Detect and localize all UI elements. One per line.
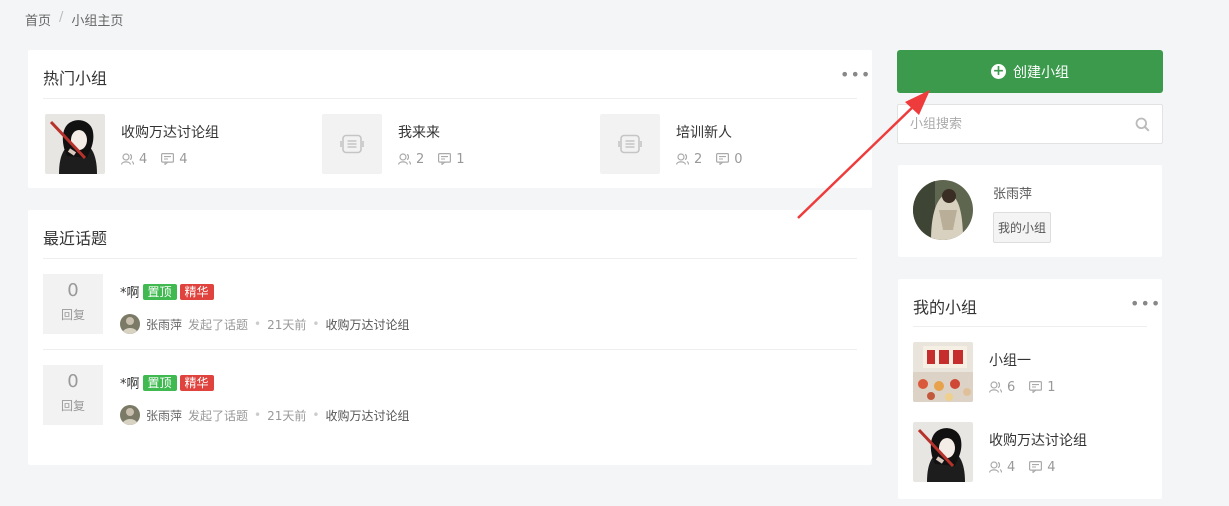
members-icon — [989, 381, 1002, 393]
hot-groups-title: 热门小组 — [43, 69, 108, 88]
topic-action: 发起了话题 — [188, 408, 249, 423]
topic-count: 0 — [716, 152, 743, 167]
topic-group-link[interactable]: 收购万达讨论组 — [325, 407, 409, 424]
topic-count: 1 — [438, 152, 465, 167]
breadcrumb: 首页 / 小组主页 — [25, 10, 123, 29]
my-groups-more-icon[interactable]: ••• — [1130, 296, 1161, 312]
my-group-item[interactable]: 收购万达讨论组 4 4 — [913, 422, 1087, 482]
recent-topics-card: 最近话题 0 回复 *啊 置顶 精华 张雨萍 发起了话题 • 21天前 • 收购… — [28, 210, 872, 465]
topic-item: 0 回复 *啊 置顶 精华 张雨萍 发起了话题 • 21天前 • 收购万达讨论组 — [43, 274, 855, 350]
member-count: 2 — [676, 152, 702, 167]
hot-groups-more-icon[interactable]: ••• — [840, 67, 871, 83]
group-thumbnail-anime — [45, 114, 105, 174]
hot-group-item[interactable]: 我来来 2 1 — [322, 114, 465, 174]
members-icon — [676, 153, 689, 165]
tag-featured: 精华 — [179, 283, 214, 300]
author-avatar[interactable] — [120, 405, 140, 425]
members-icon — [121, 153, 134, 165]
tag-pinned: 置顶 — [142, 283, 177, 300]
topic-item: 0 回复 *啊 置顶 精华 张雨萍 发起了话题 • 21天前 • 收购万达讨论组 — [43, 365, 855, 441]
breadcrumb-current: 小组主页 — [71, 14, 124, 29]
my-group-item[interactable]: 小组一 6 1 — [913, 342, 1056, 402]
topic-group-link[interactable]: 收购万达讨论组 — [325, 316, 409, 333]
group-name[interactable]: 收购万达讨论组 — [121, 122, 219, 142]
author-avatar[interactable] — [120, 314, 140, 334]
group-name[interactable]: 我来来 — [398, 122, 465, 142]
hot-groups-card: 热门小组 ••• 收购万达讨论组 4 4 我来来 2 1 培训新人 2 0 — [28, 50, 872, 188]
reply-count-box: 0 回复 — [43, 365, 103, 425]
members-icon — [989, 461, 1002, 473]
separator-dot: • — [312, 317, 320, 331]
topic-count: 1 — [1029, 380, 1056, 395]
group-placeholder-icon — [322, 114, 382, 174]
breadcrumb-separator: / — [59, 10, 64, 25]
hot-group-item[interactable]: 培训新人 2 0 — [600, 114, 743, 174]
my-groups-button[interactable]: 我的小组 — [993, 212, 1052, 243]
comment-icon — [161, 153, 175, 165]
separator-dot: • — [312, 408, 320, 422]
divider — [43, 349, 857, 350]
reply-count: 0 — [67, 371, 79, 392]
tag-pinned: 置顶 — [142, 374, 177, 391]
member-count: 6 — [989, 380, 1015, 395]
member-count: 4 — [121, 152, 147, 167]
group-thumbnail-restaurant — [913, 342, 973, 402]
recent-topics-title: 最近话题 — [43, 229, 108, 248]
topic-title[interactable]: *啊 — [120, 373, 140, 392]
group-name[interactable]: 小组一 — [989, 350, 1056, 370]
my-groups-title: 我的小组 — [913, 298, 978, 317]
topic-time: 21天前 — [267, 408, 307, 423]
separator-dot: • — [254, 317, 262, 331]
comment-icon — [438, 153, 452, 165]
topic-action: 发起了话题 — [188, 317, 249, 332]
group-placeholder-icon — [600, 114, 660, 174]
reply-count-box: 0 回复 — [43, 274, 103, 334]
plus-circle-icon: + — [991, 63, 1006, 79]
user-card: 张雨萍 我的小组 — [898, 165, 1162, 257]
comment-icon — [1029, 381, 1043, 393]
member-count: 4 — [989, 460, 1015, 475]
topic-count: 4 — [161, 152, 188, 167]
separator-dot: • — [254, 408, 262, 422]
topic-time: 21天前 — [267, 317, 307, 332]
group-search — [897, 104, 1163, 144]
reply-label: 回复 — [60, 308, 85, 322]
author-name[interactable]: 张雨萍 — [146, 316, 182, 333]
breadcrumb-home[interactable]: 首页 — [25, 10, 51, 29]
topic-title[interactable]: *啊 — [120, 282, 140, 301]
comment-icon — [716, 153, 730, 165]
tag-featured: 精华 — [179, 374, 214, 391]
group-name[interactable]: 收购万达讨论组 — [989, 430, 1087, 450]
divider — [43, 98, 857, 99]
member-count: 2 — [398, 152, 424, 167]
reply-label: 回复 — [60, 399, 85, 413]
topic-count: 4 — [1029, 460, 1056, 475]
hot-group-item[interactable]: 收购万达讨论组 4 4 — [45, 114, 219, 174]
create-group-label: 创建小组 — [1013, 64, 1069, 81]
group-thumbnail-anime — [913, 422, 973, 482]
user-avatar[interactable] — [913, 180, 973, 240]
group-search-input[interactable] — [898, 105, 1118, 143]
divider — [43, 258, 857, 259]
reply-count: 0 — [67, 280, 79, 301]
group-name[interactable]: 培训新人 — [676, 122, 743, 142]
comment-icon — [1029, 461, 1043, 473]
members-icon — [398, 153, 411, 165]
my-groups-card: 我的小组 ••• 小组一 6 1 收购万达讨论组 4 4 — [898, 279, 1162, 499]
user-name[interactable]: 张雨萍 — [993, 183, 1032, 202]
divider — [913, 326, 1147, 327]
author-name[interactable]: 张雨萍 — [146, 407, 182, 424]
create-group-button[interactable]: + 创建小组 — [897, 50, 1163, 93]
search-icon[interactable] — [1135, 117, 1150, 132]
